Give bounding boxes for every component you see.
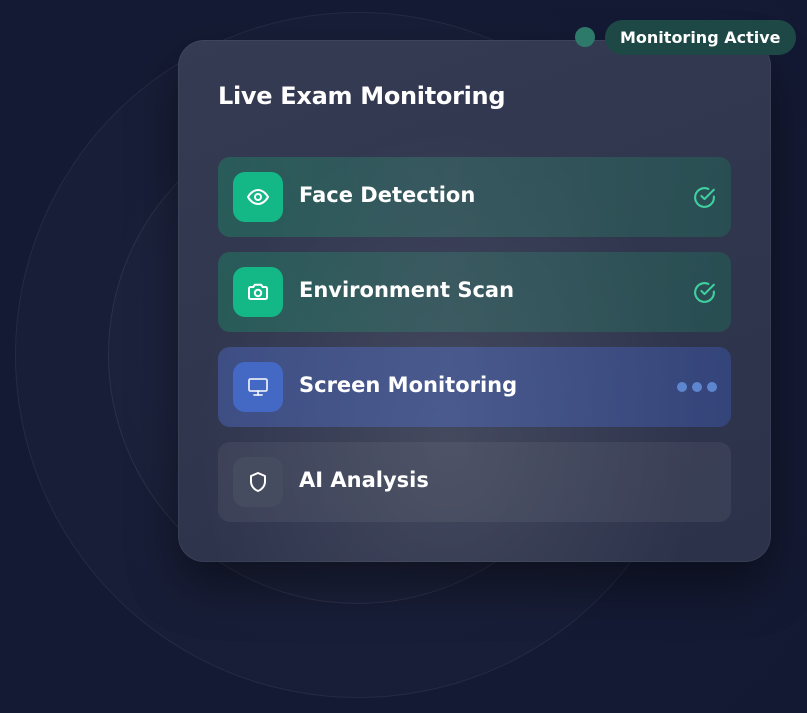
camera-icon xyxy=(233,267,283,317)
loading-dots-icon xyxy=(677,382,717,392)
check-item-label: Screen Monitoring xyxy=(299,373,518,397)
monitoring-card: Live Exam Monitoring Face Detection Envi… xyxy=(178,40,771,562)
check-item-label: AI Analysis xyxy=(299,468,429,492)
check-item-face-detection[interactable]: Face Detection xyxy=(218,157,731,237)
shield-icon xyxy=(233,457,283,507)
status-indicator-dot xyxy=(575,27,595,47)
eye-icon xyxy=(233,172,283,222)
card-title: Live Exam Monitoring xyxy=(218,82,506,110)
check-item-environment-scan[interactable]: Environment Scan xyxy=(218,252,731,332)
check-item-screen-monitoring[interactable]: Screen Monitoring xyxy=(218,347,731,427)
check-item-label: Environment Scan xyxy=(299,278,515,302)
check-circle-icon xyxy=(694,282,715,303)
check-list: Face Detection Environment Scan Screen M… xyxy=(218,157,731,537)
monitor-icon xyxy=(233,362,283,412)
check-item-label: Face Detection xyxy=(299,183,476,207)
status-badge: Monitoring Active xyxy=(605,20,796,55)
check-circle-icon xyxy=(694,187,715,208)
check-item-ai-analysis[interactable]: AI Analysis xyxy=(218,442,731,522)
background: Live Exam Monitoring Face Detection Envi… xyxy=(0,0,807,713)
